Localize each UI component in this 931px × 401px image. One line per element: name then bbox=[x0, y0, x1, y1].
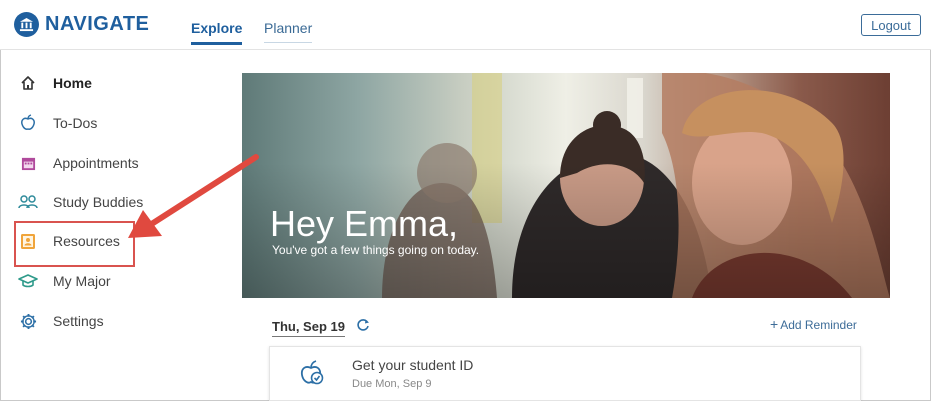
institution-icon bbox=[14, 12, 39, 37]
resources-highlight-box bbox=[14, 221, 135, 267]
refresh-icon[interactable] bbox=[356, 318, 370, 332]
sidebar-item-label: Home bbox=[53, 75, 92, 91]
sidebar-item-study-buddies[interactable]: Study Buddies bbox=[18, 190, 143, 214]
sidebar-item-appointments[interactable]: Appointments bbox=[18, 151, 139, 175]
schedule-date: Thu, Sep 19 bbox=[272, 319, 345, 337]
hero-banner: Hey Emma, You've got a few things going … bbox=[242, 73, 890, 298]
sidebar-item-label: Settings bbox=[53, 313, 104, 329]
sidebar-item-todos[interactable]: To-Dos bbox=[18, 111, 97, 135]
add-reminder-label: Add Reminder bbox=[780, 318, 857, 332]
hero-greeting: Hey Emma, bbox=[270, 203, 459, 244]
sidebar-item-label: My Major bbox=[53, 273, 111, 289]
todo-due-date: Due Mon, Sep 9 bbox=[352, 378, 432, 390]
home-icon bbox=[18, 73, 38, 93]
graduation-cap-icon bbox=[18, 271, 38, 291]
sidebar-item-my-major[interactable]: My Major bbox=[18, 269, 111, 293]
sidebar-item-label: Appointments bbox=[53, 155, 139, 171]
apple-check-icon bbox=[298, 359, 326, 387]
plus-icon: + bbox=[770, 316, 779, 332]
todo-title: Get your student ID bbox=[352, 357, 474, 373]
gear-icon bbox=[18, 311, 38, 331]
logout-button[interactable]: Logout bbox=[861, 14, 921, 36]
apple-icon bbox=[18, 113, 38, 133]
top-bar: NAVIGATE Explore Planner Logout bbox=[0, 0, 931, 50]
people-icon bbox=[18, 192, 38, 212]
calendar-icon bbox=[18, 153, 38, 173]
app-name: NAVIGATE bbox=[45, 13, 150, 35]
navigate-logo[interactable]: NAVIGATE bbox=[14, 12, 149, 37]
sidebar-item-home[interactable]: Home bbox=[18, 71, 92, 95]
sidebar-item-label: To-Dos bbox=[53, 115, 98, 131]
tab-explore[interactable]: Explore bbox=[191, 20, 243, 45]
sidebar-item-settings[interactable]: Settings bbox=[18, 309, 104, 333]
hero-overlay bbox=[242, 73, 890, 298]
todo-card[interactable]: Get your student ID Due Mon, Sep 9 bbox=[269, 346, 861, 401]
tab-planner[interactable]: Planner bbox=[264, 20, 313, 43]
hero-subtitle: You've got a few things going on today. bbox=[272, 243, 480, 257]
sidebar-item-label: Study Buddies bbox=[53, 194, 144, 210]
add-reminder-button[interactable]: + Add Reminder bbox=[770, 316, 857, 332]
